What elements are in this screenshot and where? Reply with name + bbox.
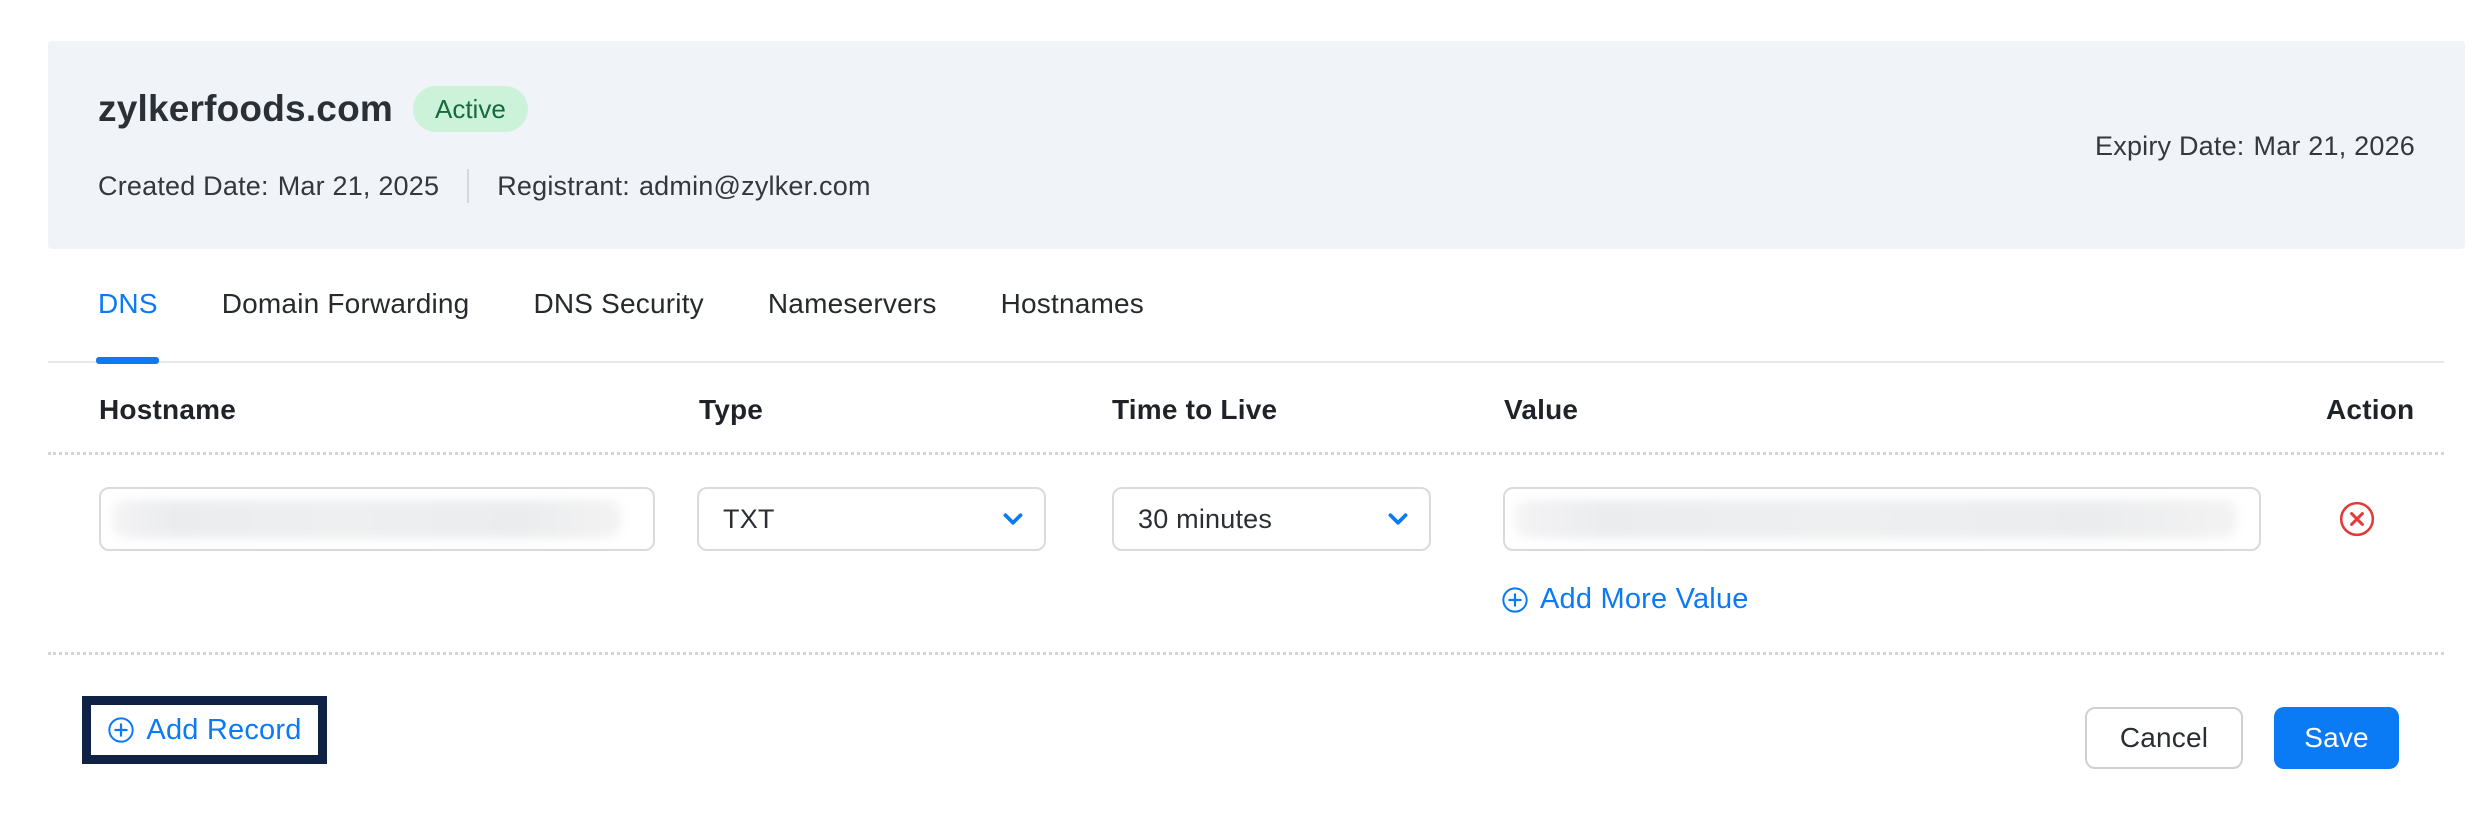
cancel-button[interactable]: Cancel [2085, 707, 2243, 769]
tab-bar: DNS Domain Forwarding DNS Security Names… [98, 288, 1144, 320]
dns-settings-page: zylkerfoods.com Active Created Date: Mar… [0, 0, 2492, 840]
meta-divider [467, 169, 470, 203]
ttl-dropdown-value: 30 minutes [1138, 503, 1273, 534]
plus-circle-icon [1501, 586, 1529, 614]
chevron-down-icon [1000, 506, 1026, 532]
hostname-input[interactable] [99, 487, 655, 551]
domain-summary-panel: zylkerfoods.com Active Created Date: Mar… [48, 41, 2465, 249]
tab-dns[interactable]: DNS [98, 288, 158, 320]
tab-nameservers[interactable]: Nameservers [768, 288, 937, 320]
column-header-ttl: Time to Live [1112, 394, 1278, 425]
expiry-date-value: Mar 21, 2026 [2253, 131, 2415, 161]
delete-record-button[interactable] [2338, 500, 2376, 538]
add-record-link[interactable]: Add Record [107, 714, 301, 747]
expiry-date: Expiry Date: Mar 21, 2026 [2095, 131, 2415, 162]
status-badge: Active [412, 86, 528, 132]
tab-domain-forwarding[interactable]: Domain Forwarding [222, 288, 470, 320]
hostname-redacted-content [112, 500, 621, 538]
table-header-divider [48, 452, 2444, 455]
add-record-label: Add Record [146, 713, 302, 746]
column-header-type: Type [699, 394, 764, 425]
active-tab-underline [96, 357, 159, 364]
section-divider [48, 652, 2444, 655]
plus-circle-icon [107, 716, 135, 744]
add-record-highlight-box: Add Record [82, 696, 327, 764]
type-dropdown[interactable]: TXT [697, 487, 1046, 551]
column-header-action: Action [2326, 394, 2415, 425]
save-button[interactable]: Save [2274, 707, 2399, 769]
registrant-value: admin@zylker.com [638, 170, 871, 201]
created-date-value: Mar 21, 2025 [277, 170, 440, 201]
domain-title-row: zylkerfoods.com Active [98, 86, 528, 132]
column-header-value: Value [1504, 394, 1579, 425]
expiry-date-label: Expiry Date: [2095, 131, 2245, 161]
created-date-label: Created Date: [98, 170, 269, 201]
registrant-label: Registrant: [497, 170, 630, 201]
chevron-down-icon [1385, 506, 1411, 532]
tab-dns-security[interactable]: DNS Security [533, 288, 703, 320]
add-more-value-label: Add More Value [1540, 583, 1749, 615]
tab-bar-divider [48, 361, 2444, 363]
ttl-dropdown[interactable]: 30 minutes [1112, 487, 1431, 551]
domain-meta-row: Created Date: Mar 21, 2025 Registrant: a… [98, 169, 871, 203]
value-redacted-content [1515, 500, 2237, 538]
type-dropdown-value: TXT [723, 503, 775, 534]
column-header-hostname: Hostname [99, 394, 236, 425]
value-input[interactable] [1503, 487, 2261, 551]
tab-hostnames[interactable]: Hostnames [1001, 288, 1144, 320]
x-circle-icon [2338, 500, 2376, 538]
domain-name: zylkerfoods.com [98, 88, 393, 129]
add-more-value-link[interactable]: Add More Value [1501, 583, 1749, 616]
